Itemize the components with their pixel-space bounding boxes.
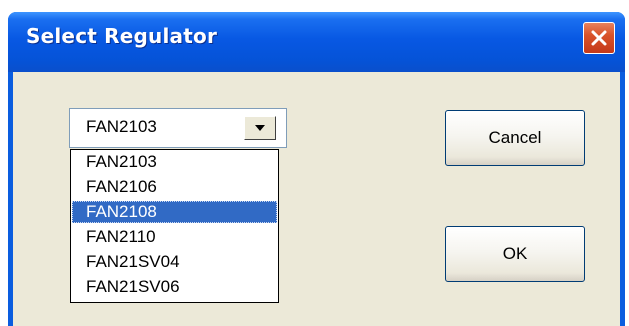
title-bar[interactable]: Select Regulator [8, 12, 625, 72]
screen: Select Regulator FAN2103 FAN2103 FAN2106… [0, 0, 629, 326]
option-fan21sv06[interactable]: FAN21SV06 [72, 276, 277, 298]
regulator-combobox[interactable]: FAN2103 [69, 108, 287, 148]
regulator-dropdown-list[interactable]: FAN2103 FAN2106 FAN2108 FAN2110 FAN21SV0… [70, 149, 279, 303]
close-icon [591, 30, 607, 46]
close-button[interactable] [583, 22, 615, 54]
cancel-button[interactable]: Cancel [445, 110, 585, 166]
option-fan2110[interactable]: FAN2110 [72, 226, 277, 248]
combobox-value: FAN2103 [86, 117, 157, 136]
dialog-body: FAN2103 FAN2103 FAN2106 FAN2108 FAN2110 … [13, 72, 620, 326]
select-regulator-dialog: Select Regulator FAN2103 FAN2103 FAN2106… [8, 12, 625, 326]
dropdown-button[interactable] [244, 116, 276, 140]
option-fan2108[interactable]: FAN2108 [72, 201, 277, 223]
chevron-down-icon [255, 125, 265, 131]
option-fan2106[interactable]: FAN2106 [72, 176, 277, 198]
ok-button[interactable]: OK [445, 226, 585, 282]
option-fan21sv04[interactable]: FAN21SV04 [72, 251, 277, 273]
dialog-title: Select Regulator [26, 24, 218, 48]
option-fan2103[interactable]: FAN2103 [72, 151, 277, 173]
